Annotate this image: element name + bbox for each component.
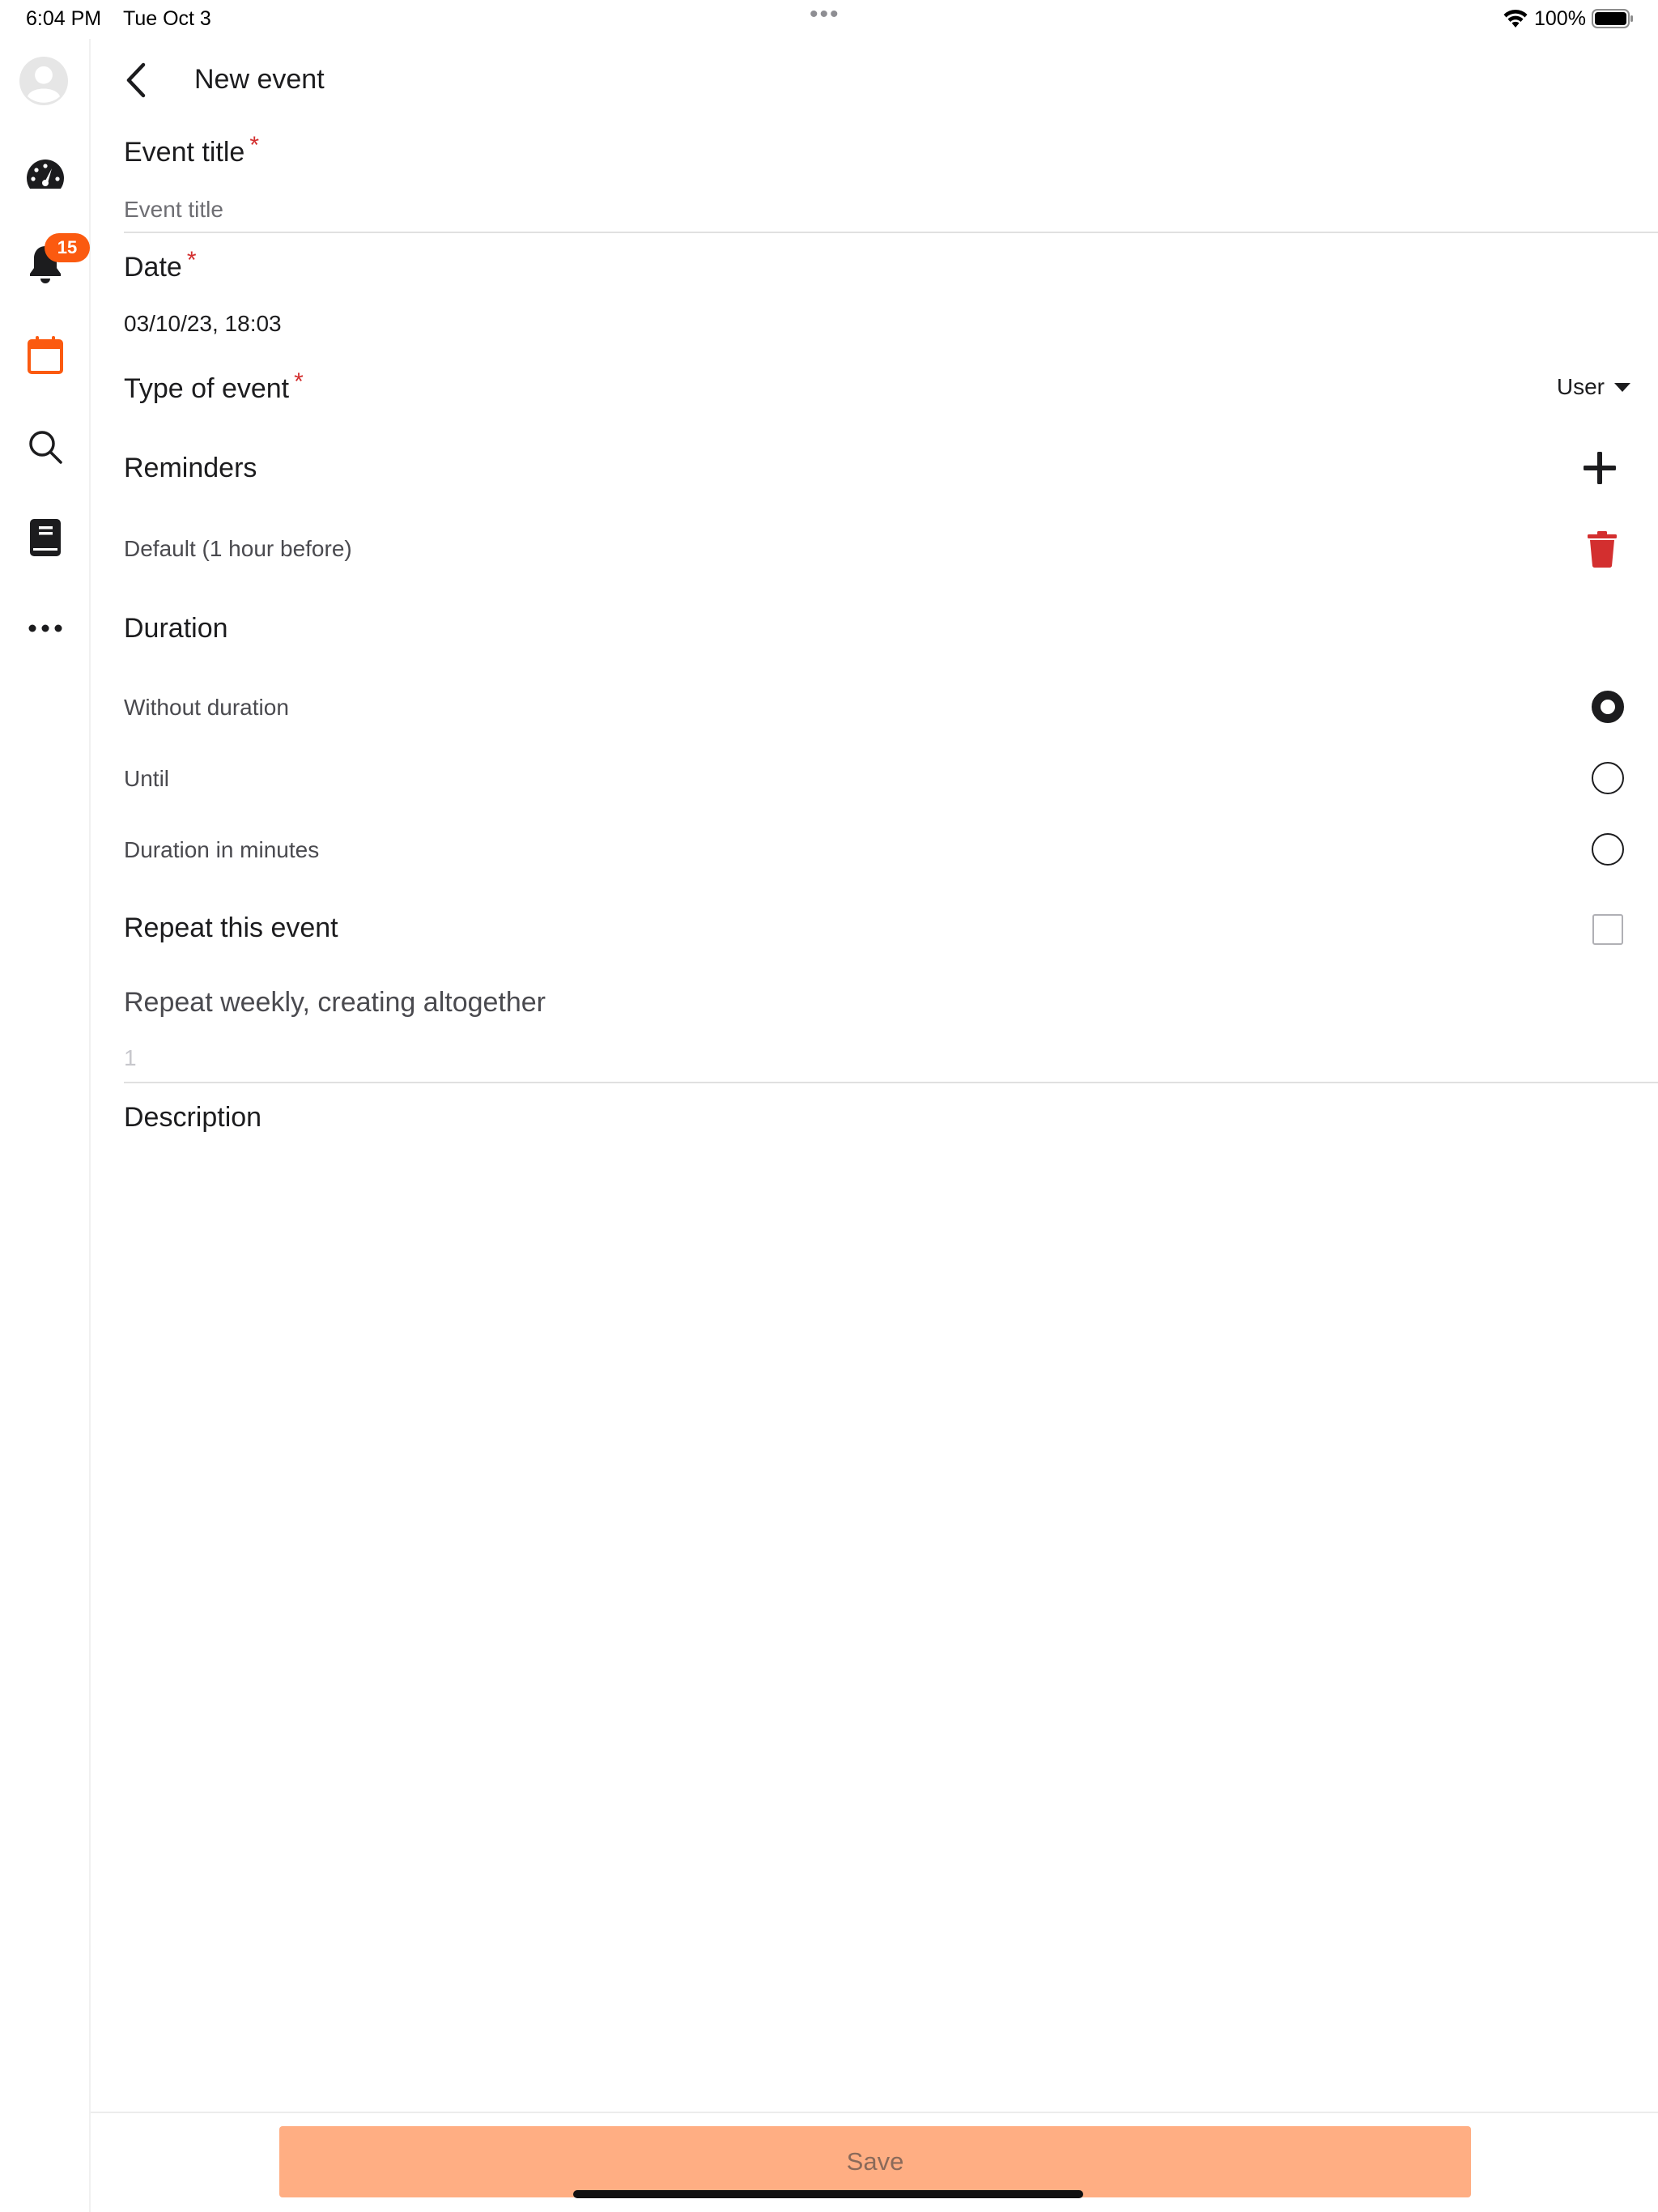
search-icon	[29, 431, 62, 464]
description-input-area[interactable]	[124, 1150, 1630, 2089]
repeat-weekly-label: Repeat weekly, creating altogether	[124, 987, 546, 1018]
more-dots-icon	[28, 624, 62, 632]
add-reminder-button[interactable]	[1580, 449, 1619, 487]
date-label: Date *	[124, 247, 197, 285]
type-of-event-selected: User	[1556, 374, 1605, 399]
required-mark: *	[249, 132, 259, 159]
required-mark: *	[294, 368, 304, 395]
calendar-icon	[28, 336, 63, 374]
multitasking-dots-icon[interactable]: •••	[810, 2, 840, 27]
page-title: New event	[194, 64, 325, 95]
book-icon	[30, 519, 61, 556]
event-title-label-text: Event title	[124, 137, 245, 168]
event-title-input[interactable]	[124, 188, 1658, 233]
radio-duration-minutes[interactable]	[1592, 833, 1624, 866]
radio-without-duration[interactable]	[1592, 691, 1624, 723]
trash-icon	[1588, 531, 1617, 568]
duration-option-minutes: Duration in minutes	[124, 837, 320, 862]
type-of-event-label: Type of event *	[124, 368, 304, 406]
battery-icon	[1592, 9, 1633, 28]
sidebar-item-avatar[interactable]	[19, 57, 68, 105]
status-bar: 6:04 PM Tue Oct 3 ••• 100%	[0, 0, 1658, 39]
user-avatar-icon	[19, 57, 68, 105]
duration-option-until: Until	[124, 766, 170, 791]
repeat-event-checkbox[interactable]	[1592, 914, 1623, 945]
repeat-count-input[interactable]	[124, 1035, 1658, 1083]
date-label-text: Date	[124, 252, 182, 283]
delete-reminder-button[interactable]	[1584, 526, 1621, 572]
footer-divider	[91, 2112, 1658, 2113]
sidebar-item-search[interactable]	[23, 424, 68, 470]
reminders-label: Reminders	[124, 453, 257, 483]
description-label: Description	[124, 1102, 262, 1133]
duration-option-without: Without duration	[124, 695, 289, 720]
notification-badge: 15	[45, 233, 90, 262]
sidebar-item-dashboard[interactable]	[23, 152, 68, 198]
date-value[interactable]: 03/10/23, 18:03	[124, 308, 282, 340]
radio-until[interactable]	[1592, 762, 1624, 794]
chevron-left-icon	[126, 62, 146, 98]
repeat-event-label: Repeat this event	[124, 912, 338, 943]
back-button[interactable]	[120, 60, 152, 100]
sidebar: 15	[0, 39, 91, 2212]
battery-percent: 100%	[1534, 7, 1586, 30]
reminder-item: Default (1 hour before)	[124, 536, 352, 561]
status-date: Tue Oct 3	[123, 7, 211, 30]
save-button[interactable]: Save	[279, 2126, 1471, 2197]
event-title-label: Event title *	[124, 132, 259, 170]
speedometer-icon	[26, 160, 65, 189]
type-of-event-select[interactable]: User	[1557, 374, 1630, 400]
plus-icon	[1584, 452, 1616, 484]
type-of-event-label-text: Type of event	[124, 373, 290, 404]
home-indicator	[573, 2190, 1083, 2198]
sidebar-item-book[interactable]	[23, 515, 68, 560]
caret-down-icon	[1614, 382, 1630, 392]
sidebar-item-calendar[interactable]	[23, 332, 68, 377]
sidebar-item-more[interactable]	[23, 606, 68, 651]
duration-label: Duration	[124, 613, 228, 644]
required-mark: *	[186, 247, 197, 274]
status-time: 6:04 PM	[26, 7, 102, 30]
wifi-icon	[1503, 9, 1528, 28]
